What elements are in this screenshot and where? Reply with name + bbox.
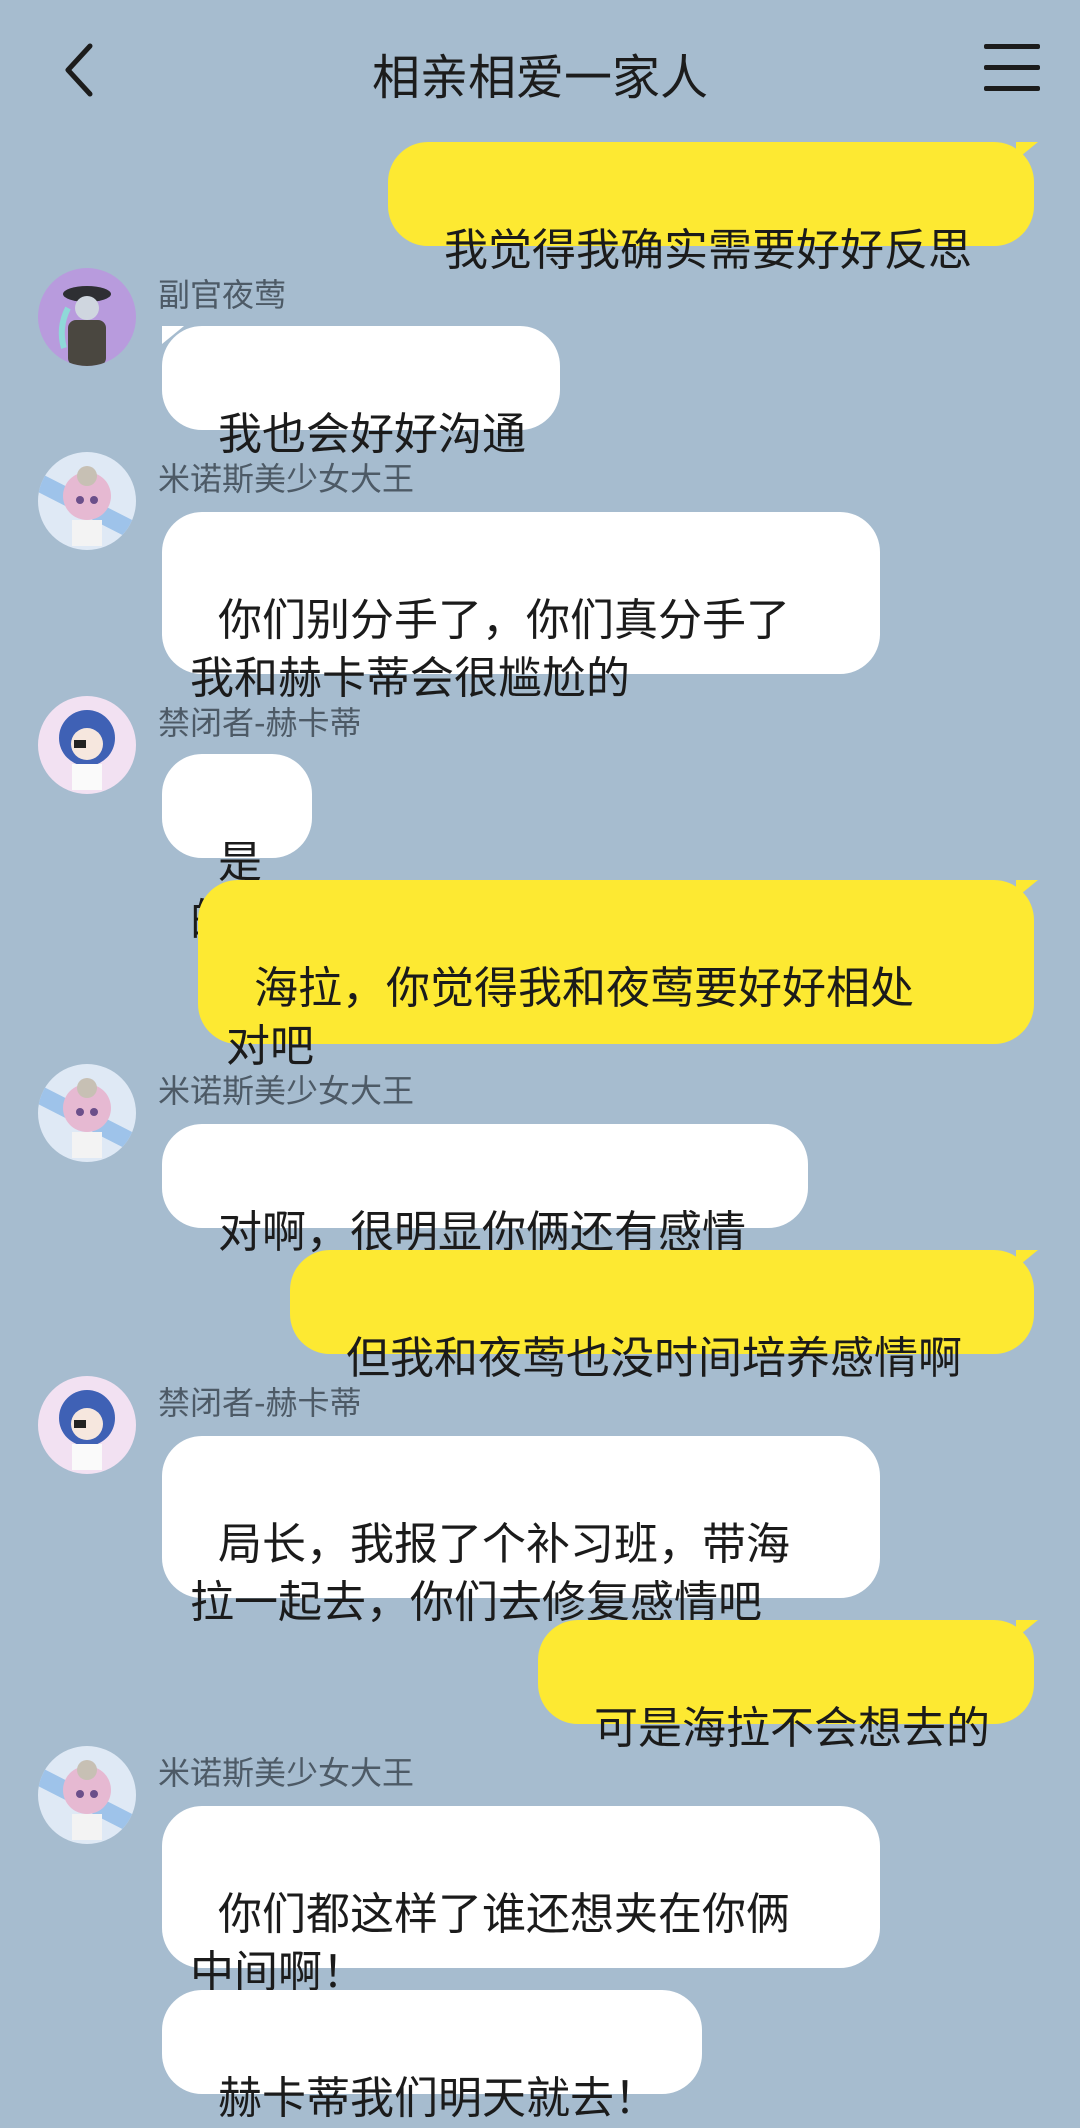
avatar-hecate[interactable]	[38, 696, 136, 794]
message-bubble[interactable]: 赫卡蒂我们明天就去！	[162, 1990, 702, 2124]
avatar-minos[interactable]	[38, 1746, 136, 1844]
message-text: 赫卡蒂我们明天就去！	[217, 2073, 658, 2124]
avatar-nightingale[interactable]	[38, 268, 136, 366]
message-bubble[interactable]: 你们都这样了谁还想夹在你俩 中间啊！	[162, 1806, 880, 1998]
message-text: 但我和夜莺也没时间培养感情啊	[345, 1333, 962, 1384]
message-bubble[interactable]: 对啊，很明显你俩还有感情	[162, 1124, 808, 1258]
sender-name: 米诺斯美少女大王	[158, 1072, 415, 1110]
message-bubble-self[interactable]: 海拉，你觉得我和夜莺要好好相处 对吧	[198, 880, 1034, 1072]
chat-title: 相亲相爱一家人	[371, 50, 708, 106]
bubble-tail	[1016, 142, 1038, 160]
avatar-hecate[interactable]	[38, 1376, 136, 1474]
hamburger-icon	[984, 44, 1040, 91]
menu-button[interactable]	[984, 44, 1040, 96]
bubble-tail	[1016, 1620, 1038, 1638]
sender-name: 禁闭者-赫卡蒂	[158, 704, 362, 742]
message-bubble-self[interactable]: 但我和夜莺也没时间培养感情啊	[290, 1250, 1034, 1384]
message-bubble-self[interactable]: 可是海拉不会想去的	[538, 1620, 1034, 1754]
message-text: 我也会好好沟通	[217, 409, 526, 460]
message-text: 你们都这样了谁还想夹在你俩 中间啊！	[190, 1889, 790, 1998]
bubble-tail	[162, 326, 184, 344]
message-text: 局长，我报了个补习班，带海 拉一起去，你们去修复感情吧	[190, 1519, 790, 1628]
sender-name: 禁闭者-赫卡蒂	[158, 1384, 362, 1422]
message-text: 你们别分手了，你们真分手了 我和赫卡蒂会很尴尬的	[190, 595, 790, 704]
message-bubble[interactable]: 你们别分手了，你们真分手了 我和赫卡蒂会很尴尬的	[162, 512, 880, 704]
message-text: 我觉得我确实需要好好反思	[443, 225, 972, 276]
sender-name: 米诺斯美少女大王	[158, 460, 415, 498]
avatar-minos[interactable]	[38, 452, 136, 550]
bubble-tail	[1016, 880, 1038, 898]
sender-name: 米诺斯美少女大王	[158, 1754, 415, 1792]
message-bubble[interactable]: 局长，我报了个补习班，带海 拉一起去，你们去修复感情吧	[162, 1436, 880, 1628]
message-text: 可是海拉不会想去的	[593, 1703, 990, 1754]
chat-header: 相亲相爱一家人	[0, 0, 1080, 140]
message-bubble[interactable]: 我也会好好沟通	[162, 326, 560, 460]
message-text: 海拉，你觉得我和夜莺要好好相处 对吧	[226, 963, 914, 1072]
message-bubble-self[interactable]: 我觉得我确实需要好好反思	[388, 142, 1034, 276]
avatar-minos[interactable]	[38, 1064, 136, 1162]
sender-name: 副官夜莺	[158, 276, 287, 314]
message-bubble[interactable]: 是的	[162, 754, 312, 946]
bubble-tail	[1016, 1250, 1038, 1268]
